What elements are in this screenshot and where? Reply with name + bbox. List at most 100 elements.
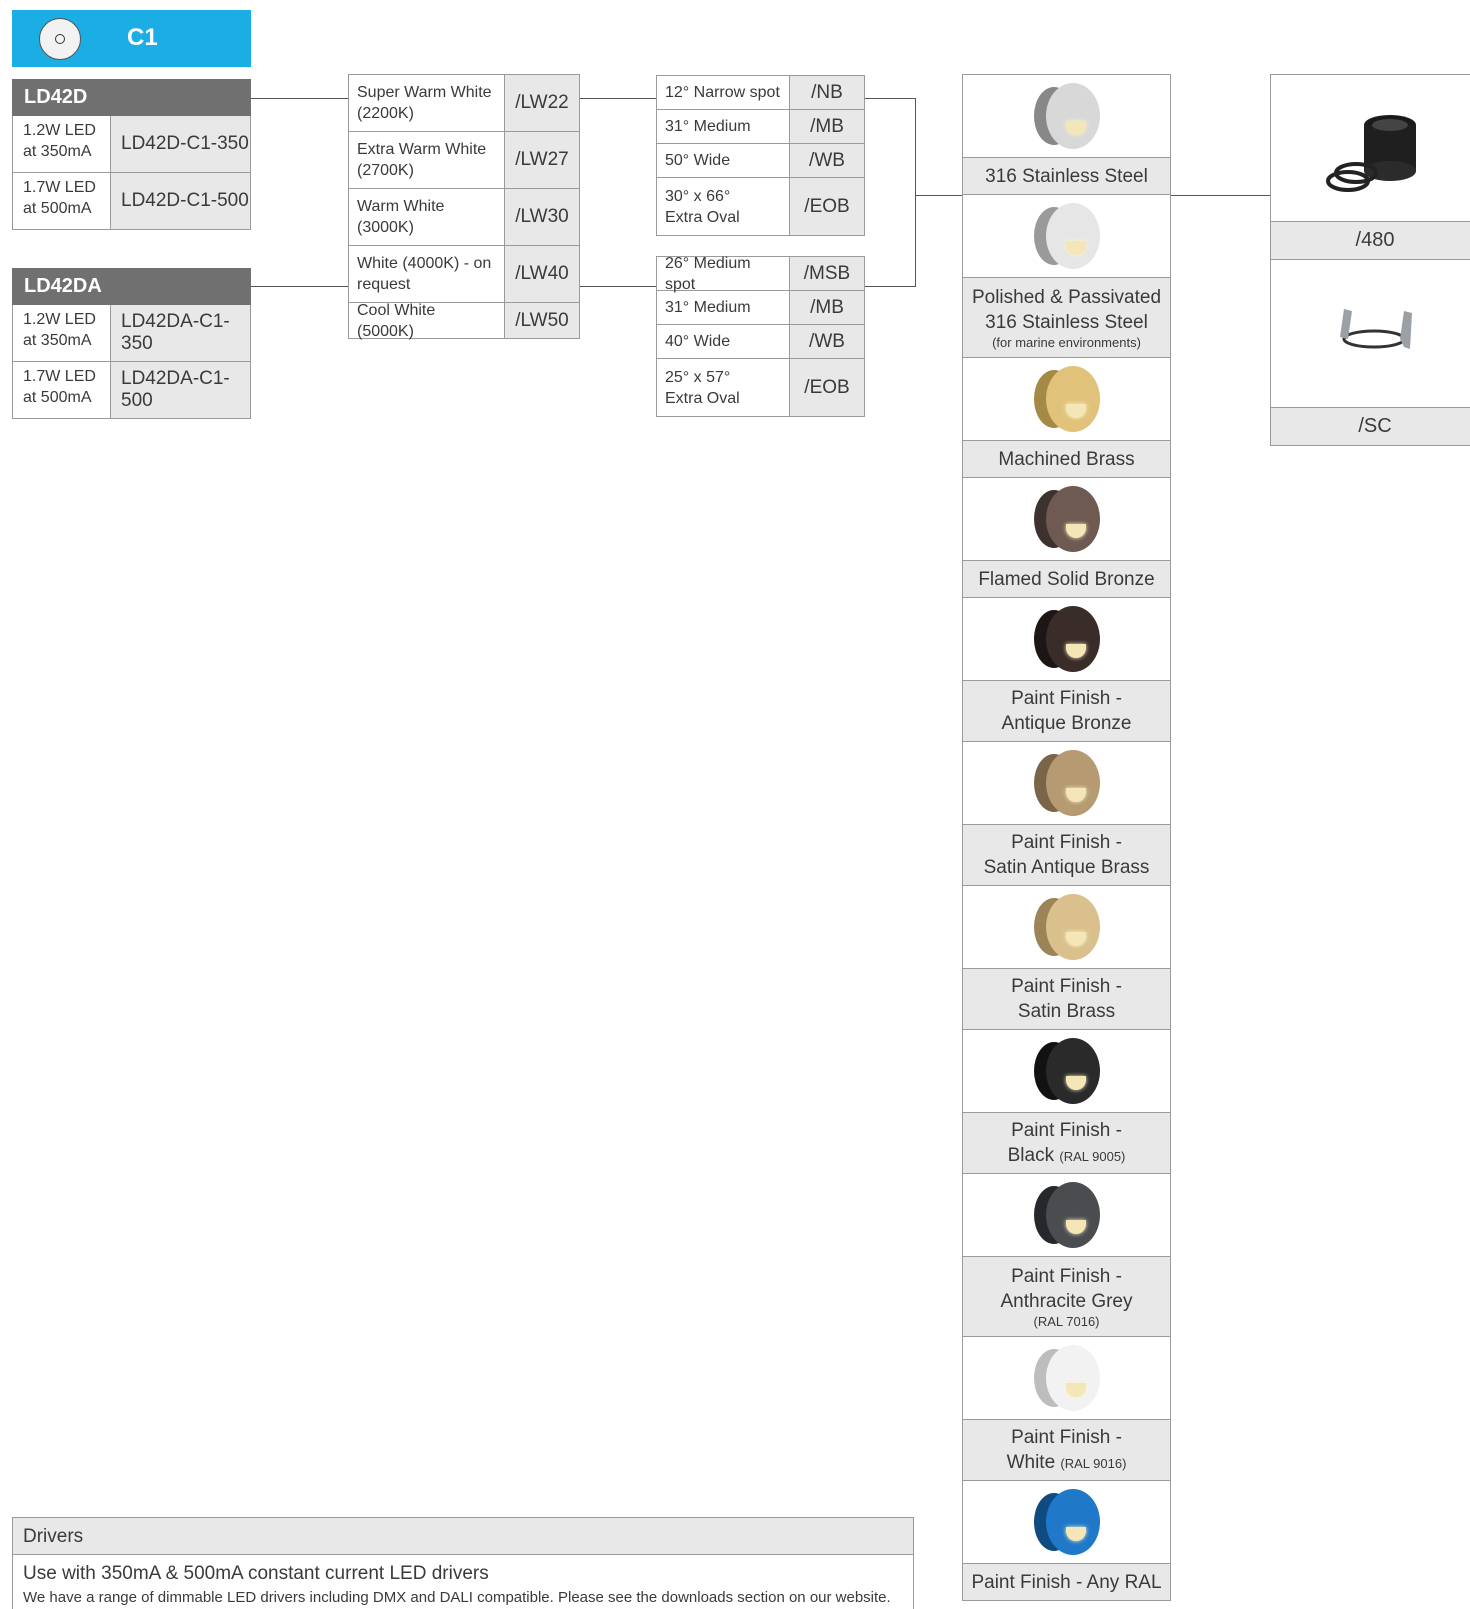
finish-name-line2: Anthracite Grey (1000, 1290, 1133, 1312)
accessory-480: /480 (1270, 74, 1470, 260)
current-label: at 350mA (23, 143, 92, 160)
luminaire-face-icon (1033, 894, 1100, 960)
colour-temp-row: Warm White (3000K) /LW30 (349, 189, 579, 246)
option-label: 50° Wide (657, 144, 790, 177)
connector-line (580, 98, 656, 99)
ral-code: (RAL 9005) (1059, 1148, 1126, 1164)
finish-swatch-icon (963, 742, 1170, 825)
connector-line (865, 98, 915, 99)
finish-swatch-icon (963, 1174, 1170, 1257)
luminaire-face-icon (1033, 1038, 1100, 1104)
finish-label: Paint Finish - Black (RAL 9005) (963, 1113, 1170, 1174)
luminaire-face-icon (1033, 1345, 1100, 1411)
power-label: 1.2W LED (23, 122, 96, 139)
connector-line (251, 286, 348, 287)
finish-options-column: 316 Stainless Steel Polished & Passivated… (962, 74, 1171, 1601)
finish-name-line2: White (RAL 9016) (1006, 1451, 1127, 1473)
connector-line (580, 286, 656, 287)
option-label: Extra Warm White (357, 141, 487, 158)
drivers-line1: Use with 350mA & 500mA constant current … (23, 1563, 489, 1584)
colour-temp-row: White (4000K) - on request /LW40 (349, 246, 579, 303)
finish-swatch-icon (963, 195, 1170, 278)
product-code-badge: C1 (12, 10, 251, 67)
beam-row: 30° x 66° Extra Oval /EOB (657, 178, 864, 235)
option-code: /NB (790, 76, 864, 109)
luminaire-face-icon (1033, 1489, 1100, 1555)
luminaire-face-icon (1033, 606, 1100, 672)
power-label: 1.7W LED (23, 368, 96, 385)
finish-name-line2: 316 Stainless Steel (985, 311, 1148, 333)
drivers-title: Drivers (13, 1518, 913, 1555)
power-label: 1.7W LED (23, 179, 96, 196)
connector-line (915, 98, 916, 287)
option-label: 26° Medium spot (657, 255, 790, 293)
product-table-ld42d: LD42D 1.2W LED at 350mA LD42D-C1-350 1.7W… (12, 79, 251, 230)
option-label: 12° Narrow spot (657, 76, 790, 109)
finish-swatch-icon (963, 358, 1170, 441)
option-code: /MB (790, 291, 864, 324)
option-label: 30° x 66° (665, 187, 731, 205)
finish-swatch-icon (963, 886, 1170, 969)
badge-code: C1 (127, 24, 158, 51)
option-label-line2: Extra Oval (665, 389, 740, 407)
finish-label: Machined Brass (963, 441, 1170, 478)
finish-name: Paint Finish - (1011, 1426, 1122, 1448)
finish-name-line2: Satin Brass (1017, 1001, 1116, 1022)
finish-swatch-icon (963, 1030, 1170, 1113)
accessory-code: /480 (1271, 222, 1470, 259)
option-code: /EOB (790, 178, 864, 235)
finish-swatch-icon (963, 478, 1170, 561)
finish-label: 316 Stainless Steel (963, 158, 1170, 195)
beam-row: 25° x 57° Extra Oval /EOB (657, 359, 864, 416)
colour-temp-row: Super Warm White (2200K) /LW22 (349, 75, 579, 132)
product-code: LD42DA-C1-350 (111, 305, 250, 361)
option-code: /LW40 (505, 246, 579, 302)
beam-angle-table-b: 26° Medium spot /MSB 31° Medium /MB 40° … (656, 255, 865, 417)
finish-label: Paint Finish - Satin Brass (963, 969, 1170, 1030)
power-label: 1.2W LED (23, 311, 96, 328)
option-code: /WB (790, 325, 864, 358)
connector-line (1171, 195, 1270, 196)
finish-name-line2: Black (RAL 9005) (1007, 1144, 1126, 1166)
finish-name: Flamed Solid Bronze (978, 568, 1155, 590)
colour-temp-row: Extra Warm White (2700K) /LW27 (349, 132, 579, 189)
option-label: 40° Wide (657, 325, 790, 358)
finish-name: 316 Stainless Steel (985, 165, 1148, 187)
colour-temperature-table: Super Warm White (2200K) /LW22 Extra Warm… (348, 74, 580, 340)
option-code: /MB (790, 110, 864, 143)
finish-label: Flamed Solid Bronze (963, 561, 1170, 598)
option-code: /LW27 (505, 132, 579, 188)
finish-label: Paint Finish - Any RAL (963, 1564, 1170, 1601)
option-label: 31° Medium (657, 110, 790, 143)
product-code: LD42D-C1-500 (111, 173, 250, 229)
beam-row: 50° Wide /WB (657, 144, 864, 178)
finish-label: Paint Finish - Satin Antique Brass (963, 825, 1170, 886)
finish-name: Machined Brass (998, 448, 1135, 470)
product-name: LD42D (12, 79, 251, 116)
option-label: Super Warm White (357, 84, 492, 101)
grommet-rings-icon (1271, 75, 1470, 222)
option-label-line2: (2200K) (357, 105, 414, 122)
luminaire-face-icon (1033, 203, 1100, 269)
product-name: LD42DA (12, 268, 251, 305)
option-label-line2: Extra Oval (665, 208, 740, 226)
option-label: White (4000K) - on (357, 255, 492, 272)
finish-name: Paint Finish - Any RAL (971, 1571, 1162, 1593)
finish-label: Paint Finish - White (RAL 9016) (963, 1420, 1170, 1481)
product-row: 1.7W LED at 500mA LD42D-C1-500 (12, 173, 251, 230)
option-code: /LW50 (505, 303, 579, 338)
option-label-line2: request (357, 276, 411, 293)
beam-row: 31° Medium /MB (657, 291, 864, 325)
finish-name: Paint Finish - (1011, 1119, 1122, 1141)
option-code: /LW30 (505, 189, 579, 245)
finish-note: (RAL 7016) (1033, 1313, 1100, 1329)
connector-line (865, 286, 915, 287)
luminaire-face-icon (1033, 750, 1100, 816)
finish-name: Paint Finish - (1011, 688, 1122, 709)
finish-name: Paint Finish - (1011, 832, 1122, 853)
product-row: 1.2W LED at 350mA LD42DA-C1-350 (12, 305, 251, 362)
accessory-sc: /SC (1270, 260, 1470, 446)
connector-line (915, 195, 962, 196)
option-code: /MSB (790, 257, 864, 290)
drivers-line2: We have a range of dimmable LED drivers … (23, 1589, 891, 1606)
